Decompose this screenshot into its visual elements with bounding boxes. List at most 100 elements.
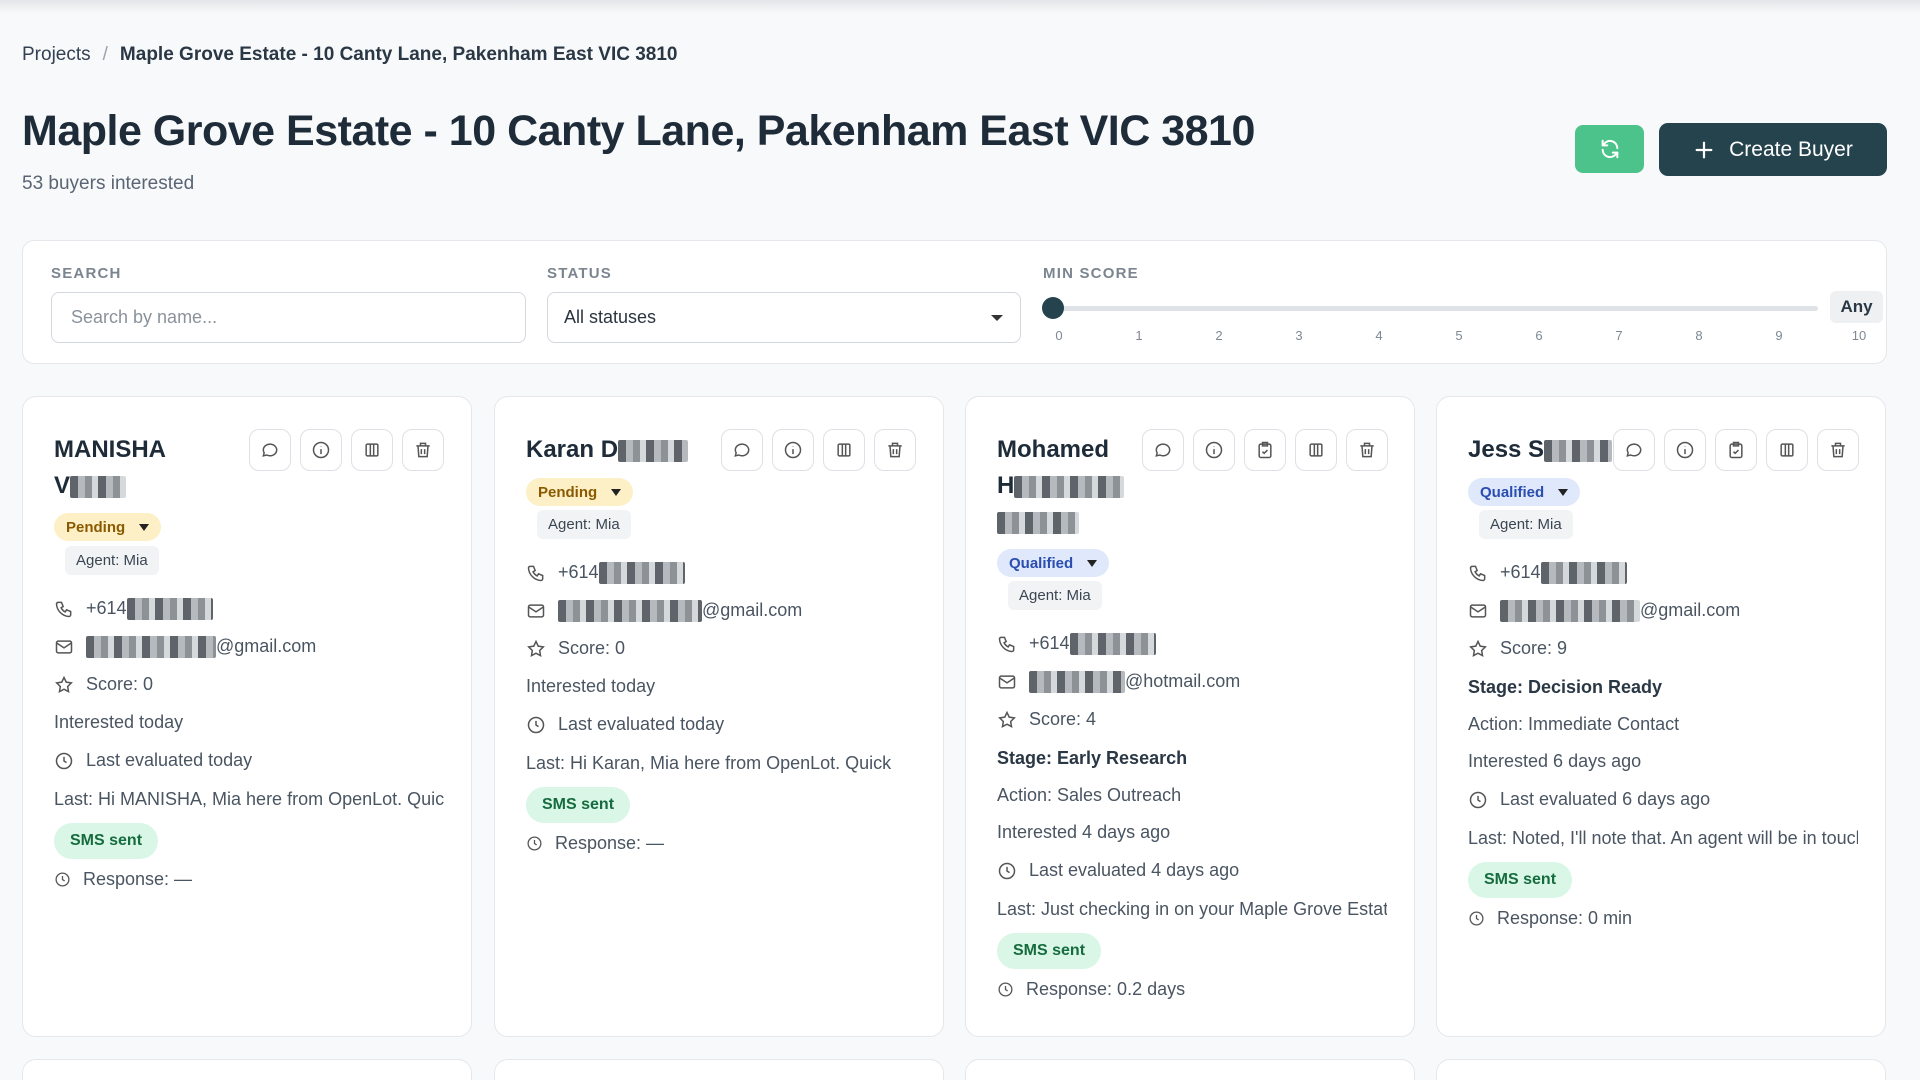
trash-icon: [888, 442, 902, 458]
buyer-card-partial[interactable]: [965, 1059, 1415, 1080]
info-button[interactable]: [1664, 429, 1706, 471]
clipboard-button[interactable]: [1715, 429, 1757, 471]
caret-down-icon: [139, 523, 150, 531]
archive-button[interactable]: [1766, 429, 1808, 471]
clock-icon: [55, 872, 70, 887]
score-tick-label: 7: [1615, 328, 1623, 343]
clock-icon: [55, 752, 73, 769]
last-message: Last: Noted, I'll note that. An agent wi…: [1468, 828, 1858, 848]
breadcrumb-current: Maple Grove Estate - 10 Canty Lane, Pake…: [119, 44, 678, 65]
star-icon: [527, 639, 545, 657]
clipboard-button[interactable]: [1244, 429, 1286, 471]
buyer-card[interactable]: MANISHA V Pending Agent: Mia +614 @gmail…: [22, 396, 472, 1037]
clipboard-check-icon: [1258, 441, 1272, 459]
message-button[interactable]: [1613, 429, 1655, 471]
buyer-card[interactable]: Jess S Qualified Agent: Mia +614 @gmail.…: [1436, 396, 1886, 1037]
sms-sent-badge: SMS sent: [526, 787, 631, 823]
message-icon: [1155, 443, 1171, 457]
delete-button[interactable]: [1817, 429, 1859, 471]
evaluated-row: Last evaluated today: [54, 750, 252, 771]
clipboard-check-icon: [1729, 441, 1743, 459]
score-slider-track[interactable]: [1053, 306, 1818, 311]
search-input[interactable]: [51, 292, 526, 343]
status-label: Pending: [538, 483, 598, 501]
mail-icon: [1469, 604, 1487, 618]
status-dropdown[interactable]: Qualified: [1468, 478, 1581, 506]
delete-button[interactable]: [1346, 429, 1388, 471]
last-message: Last: Hi Karan, Mia here from OpenLot. Q…: [526, 753, 892, 773]
delete-button[interactable]: [874, 429, 916, 471]
archive-button[interactable]: [351, 429, 393, 471]
score-tick-label: 10: [1851, 328, 1867, 343]
message-icon: [734, 443, 750, 457]
message-icon: [262, 443, 278, 457]
card-actions: [721, 429, 916, 471]
buyer-name: Mohamed H: [997, 432, 1125, 540]
page-title: Maple Grove Estate - 10 Canty Lane, Pake…: [22, 107, 1255, 155]
buyer-card[interactable]: Mohamed H Qualified Agent: Mia +614 @hot…: [965, 396, 1415, 1037]
buyer-card[interactable]: Karan D Pending Agent: Mia +614 @gmail.c…: [494, 396, 944, 1037]
clock-icon: [998, 982, 1013, 997]
status-dropdown[interactable]: Qualified: [997, 549, 1110, 577]
phone-icon: [1469, 565, 1486, 582]
phone-icon: [55, 601, 72, 618]
agent-badge: Agent: Mia: [537, 510, 631, 539]
email-row: @gmail.com: [526, 600, 802, 623]
card-actions: [1613, 429, 1859, 471]
buyer-card-partial[interactable]: [494, 1059, 944, 1080]
archive-button[interactable]: [1295, 429, 1337, 471]
breadcrumb-separator: /: [102, 44, 108, 65]
score-value-badge: Any: [1830, 291, 1883, 323]
columns-icon: [837, 443, 851, 457]
buyer-card-partial[interactable]: [22, 1059, 472, 1080]
caret-down-icon: [1558, 488, 1569, 496]
status-dropdown[interactable]: Pending: [54, 513, 162, 541]
create-buyer-button[interactable]: Create Buyer: [1659, 123, 1887, 176]
redacted-text: [70, 475, 127, 498]
info-button[interactable]: [1193, 429, 1235, 471]
message-button[interactable]: [1142, 429, 1184, 471]
star-icon: [1469, 639, 1487, 657]
interested-text: Interested 6 days ago: [1468, 751, 1642, 771]
buyer-card-partial[interactable]: [1436, 1059, 1886, 1080]
search-label: SEARCH: [51, 265, 122, 282]
phone-row: +614: [54, 598, 213, 621]
mail-icon: [998, 675, 1016, 689]
agent-badge: Agent: Mia: [1008, 581, 1102, 610]
stage-text: Stage: Early Research: [997, 748, 1188, 768]
create-buyer-label: Create Buyer: [1729, 137, 1853, 161]
message-icon: [1626, 443, 1642, 457]
buyer-name: Jess S: [1468, 432, 1613, 468]
info-button[interactable]: [772, 429, 814, 471]
info-button[interactable]: [300, 429, 342, 471]
trash-icon: [1360, 442, 1374, 458]
score-tick-label: 8: [1695, 328, 1703, 343]
breadcrumb-projects-link[interactable]: Projects: [22, 44, 91, 66]
mail-icon: [55, 640, 73, 654]
score-slider-thumb[interactable]: [1042, 297, 1064, 319]
caret-down-icon: [611, 488, 622, 496]
score-row: Score: 0: [526, 638, 625, 659]
info-icon: [312, 441, 330, 459]
message-button[interactable]: [721, 429, 763, 471]
refresh-button[interactable]: [1575, 125, 1644, 173]
redacted-text: [1544, 439, 1613, 462]
caret-down-icon: [1087, 559, 1098, 567]
evaluated-row: Last evaluated today: [526, 714, 724, 735]
breadcrumb: Projects / Maple Grove Estate - 10 Canty…: [22, 44, 678, 66]
delete-button[interactable]: [402, 429, 444, 471]
status-select[interactable]: All statuses: [547, 292, 1021, 343]
score-tick-label: 1: [1135, 328, 1143, 343]
response-row: Response: —: [526, 833, 664, 854]
score-tick-label: 9: [1775, 328, 1783, 343]
top-shadow: [0, 0, 1920, 14]
email-row: @gmail.com: [54, 636, 316, 659]
columns-icon: [365, 443, 379, 457]
status-dropdown[interactable]: Pending: [526, 478, 634, 506]
agent-badge: Agent: Mia: [1479, 510, 1573, 539]
message-button[interactable]: [249, 429, 291, 471]
buyer-name: MANISHA V: [54, 436, 166, 499]
stage-text: Stage: Decision Ready: [1468, 677, 1663, 697]
archive-button[interactable]: [823, 429, 865, 471]
star-icon: [55, 675, 73, 693]
